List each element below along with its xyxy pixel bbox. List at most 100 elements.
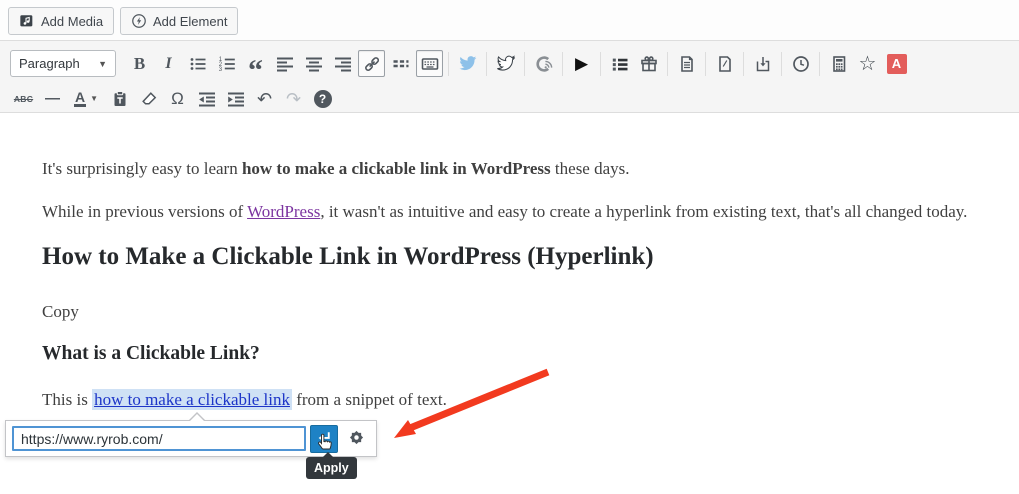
paragraph-example: This is how to make a clickable link fro… bbox=[42, 389, 447, 410]
draft-document-button[interactable] bbox=[711, 50, 738, 77]
paragraph-format-select[interactable]: Paragraph ▼ bbox=[10, 50, 116, 77]
omega-icon: Ω bbox=[171, 89, 184, 108]
blockquote-button[interactable]: “ bbox=[242, 50, 269, 87]
text-color-button[interactable]: A ▼ bbox=[68, 85, 104, 112]
gift-icon bbox=[640, 55, 658, 73]
document-icon bbox=[678, 55, 696, 73]
align-center-icon bbox=[305, 55, 323, 73]
revive-social-button[interactable] bbox=[530, 50, 557, 77]
toolbar-toggle-button[interactable] bbox=[416, 50, 443, 77]
align-left-icon bbox=[276, 55, 294, 73]
link-url-input[interactable] bbox=[12, 426, 306, 451]
toolbar-separator bbox=[743, 51, 744, 76]
twitter-share-button[interactable] bbox=[454, 50, 481, 77]
hr-icon: — bbox=[45, 90, 60, 107]
paragraph-history: While in previous versions of WordPress,… bbox=[42, 202, 967, 222]
strikethrough-button[interactable]: ABC bbox=[10, 85, 37, 112]
align-right-icon bbox=[334, 55, 352, 73]
numbered-list-button[interactable]: 123 bbox=[213, 50, 240, 77]
gear-icon bbox=[347, 428, 366, 450]
twitter-outline-icon bbox=[496, 55, 515, 72]
p1-prefix: It's surprisingly easy to learn bbox=[42, 159, 242, 178]
toolbar-separator bbox=[781, 51, 782, 76]
star-icon: ☆ bbox=[858, 52, 877, 75]
indent-button[interactable] bbox=[222, 85, 249, 112]
undo-icon: ↶ bbox=[256, 88, 273, 109]
horizontal-rule-button[interactable]: — bbox=[39, 85, 66, 112]
paragraph-intro: It's surprisingly easy to learn how to m… bbox=[42, 159, 630, 179]
download-icon bbox=[754, 55, 772, 73]
outdent-button[interactable] bbox=[193, 85, 220, 112]
align-right-button[interactable] bbox=[329, 50, 356, 77]
insert-video-button[interactable]: ▶ bbox=[568, 50, 595, 77]
toolbar-separator bbox=[562, 51, 563, 76]
toolbar-separator bbox=[667, 51, 668, 76]
section-subheading: What is a Clickable Link? bbox=[42, 343, 260, 364]
help-button[interactable]: ? bbox=[309, 85, 336, 112]
schedule-button[interactable] bbox=[787, 50, 814, 77]
paste-as-text-button[interactable] bbox=[106, 85, 133, 112]
document-slash-icon bbox=[716, 55, 734, 73]
editor-top-bar: Add Media Add Element bbox=[0, 0, 1019, 40]
special-character-button[interactable]: Ω bbox=[164, 85, 191, 112]
link-settings-button[interactable] bbox=[342, 425, 370, 453]
selected-text-highlight: how to make a clickable link bbox=[92, 389, 292, 410]
help-icon: ? bbox=[313, 89, 332, 108]
toolbar-separator bbox=[819, 51, 820, 76]
read-more-button[interactable] bbox=[387, 50, 414, 77]
download-button[interactable] bbox=[749, 50, 776, 77]
apply-tooltip: Apply bbox=[306, 457, 357, 479]
align-left-button[interactable] bbox=[271, 50, 298, 77]
clickable-link-selected[interactable]: how to make a clickable link bbox=[94, 390, 290, 409]
more-tag-icon bbox=[392, 55, 410, 73]
redo-icon: ↷ bbox=[285, 88, 302, 109]
keyboard-icon bbox=[421, 55, 439, 73]
clock-icon bbox=[792, 55, 810, 73]
add-media-button[interactable]: Add Media bbox=[8, 7, 115, 35]
toolbar-row-2: ABC — A ▼ Ω ↶ ↷? bbox=[0, 83, 1019, 114]
document-button[interactable] bbox=[673, 50, 700, 77]
add-element-label: Add Element bbox=[153, 13, 228, 29]
giveaway-button[interactable] bbox=[635, 50, 662, 77]
paste-text-icon bbox=[111, 90, 129, 108]
lightning-bolt-icon bbox=[131, 13, 147, 29]
bold-button[interactable]: B bbox=[126, 50, 153, 77]
bullet-list-icon bbox=[189, 55, 207, 73]
blockquote-icon: “ bbox=[248, 53, 263, 87]
bullet-list-button[interactable] bbox=[184, 50, 211, 77]
wordpress-link[interactable]: WordPress bbox=[247, 202, 320, 221]
letter-a-red-icon: A bbox=[886, 53, 907, 74]
highlight-a-button[interactable]: A bbox=[883, 50, 910, 77]
toc-list-icon bbox=[611, 55, 629, 73]
add-element-button[interactable]: Add Element bbox=[120, 7, 239, 35]
p3-prefix: This is bbox=[42, 390, 93, 409]
undo-button[interactable]: ↶ bbox=[251, 85, 278, 112]
editor-toolbar: Paragraph ▼ B I 1 2 3 “ ▶ ☆ A ABC — A ▼ Ω ↶ ↷? bbox=[0, 40, 1019, 113]
copy-placeholder-text: Copy bbox=[42, 302, 79, 321]
format-select-value: Paragraph bbox=[19, 56, 80, 71]
media-icon bbox=[19, 13, 35, 29]
toolbar-separator bbox=[600, 51, 601, 76]
strikethrough-icon: ABC bbox=[13, 93, 34, 104]
toolbar-separator bbox=[524, 51, 525, 76]
clear-formatting-button[interactable] bbox=[135, 85, 162, 112]
p2-prefix: While in previous versions of bbox=[42, 202, 248, 221]
twitter-solid-icon bbox=[458, 55, 477, 72]
numbered-list-icon: 123 bbox=[218, 55, 236, 73]
align-center-button[interactable] bbox=[300, 50, 327, 77]
calculator-button[interactable] bbox=[825, 50, 852, 77]
click-to-tweet-button[interactable] bbox=[492, 50, 519, 77]
apply-link-button[interactable] bbox=[309, 424, 339, 453]
redo-button[interactable]: ↷ bbox=[280, 85, 307, 112]
toolbar-separator bbox=[448, 51, 449, 76]
italic-icon: I bbox=[165, 54, 172, 72]
star-button[interactable]: ☆ bbox=[854, 50, 881, 77]
bold-icon: B bbox=[133, 53, 146, 73]
toolbar-separator bbox=[486, 51, 487, 76]
table-of-contents-button[interactable] bbox=[606, 50, 633, 77]
italic-button[interactable]: I bbox=[155, 50, 182, 77]
p1-suffix: these days. bbox=[550, 159, 630, 178]
link-icon bbox=[363, 55, 381, 73]
link-button[interactable] bbox=[358, 50, 385, 77]
chevron-down-icon: ▼ bbox=[98, 58, 107, 69]
